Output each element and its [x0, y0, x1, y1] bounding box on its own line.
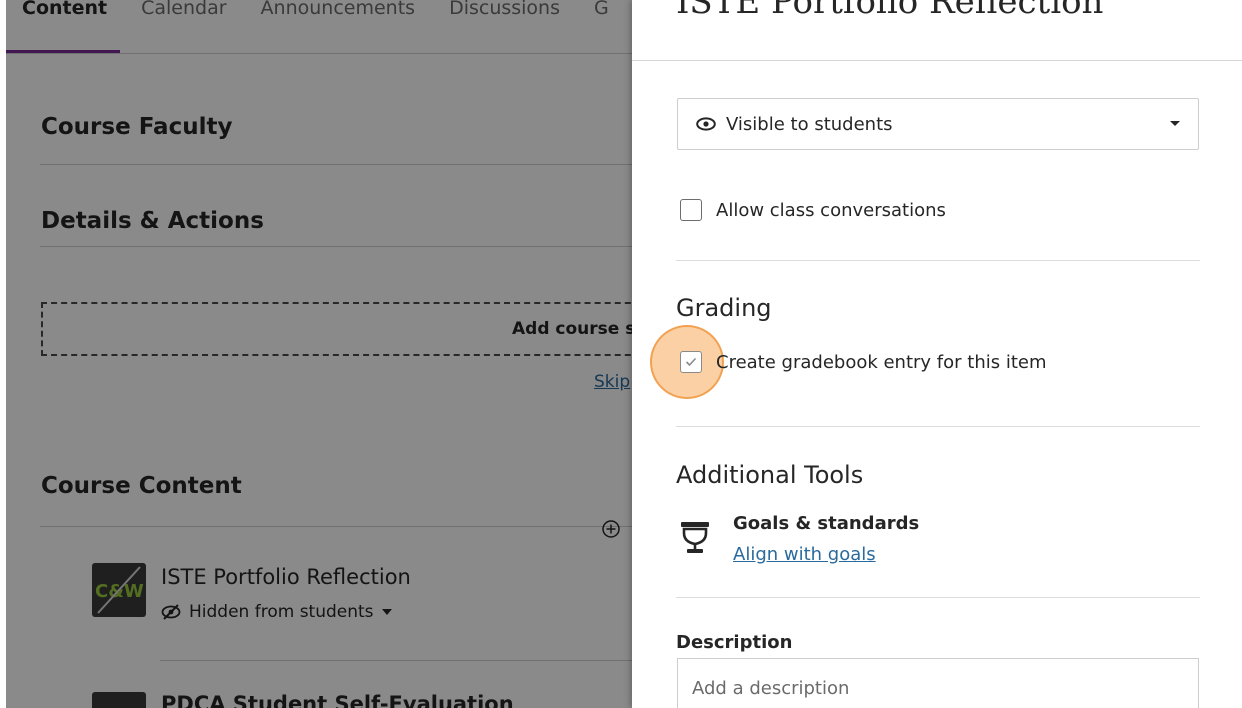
trophy-icon — [681, 522, 709, 553]
caret-down-icon — [1170, 121, 1180, 126]
visibility-dropdown[interactable]: Visible to students — [677, 98, 1199, 150]
item-settings-panel: ISTE Portfolio Reflection Visible to stu… — [632, 0, 1242, 708]
grading-heading: Grading — [676, 294, 772, 322]
eye-icon — [696, 117, 716, 131]
description-label: Description — [676, 632, 793, 653]
visibility-value: Visible to students — [726, 113, 893, 135]
allow-conversations-label: Allow class conversations — [716, 199, 946, 221]
allow-conversations-row[interactable]: Allow class conversations — [680, 199, 946, 221]
goals-standards-title: Goals & standards — [733, 513, 920, 534]
gradebook-entry-label: Create gradebook entry for this item — [716, 351, 1047, 373]
checkmark-icon — [685, 357, 697, 367]
description-input[interactable] — [677, 658, 1199, 708]
align-with-goals-link[interactable]: Align with goals — [733, 544, 876, 565]
gradebook-entry-row[interactable]: Create gradebook entry for this item — [680, 351, 1047, 373]
panel-header: ISTE Portfolio Reflection — [632, 0, 1242, 61]
modal-backdrop[interactable] — [6, 0, 632, 708]
panel-title: ISTE Portfolio Reflection — [676, 0, 1104, 22]
allow-conversations-checkbox[interactable] — [680, 199, 702, 221]
left-edge-strip — [0, 0, 6, 708]
additional-tools-heading: Additional Tools — [676, 461, 864, 489]
divider — [676, 597, 1200, 598]
divider — [676, 426, 1200, 427]
gradebook-entry-checkbox[interactable] — [680, 351, 702, 373]
divider — [676, 260, 1200, 261]
